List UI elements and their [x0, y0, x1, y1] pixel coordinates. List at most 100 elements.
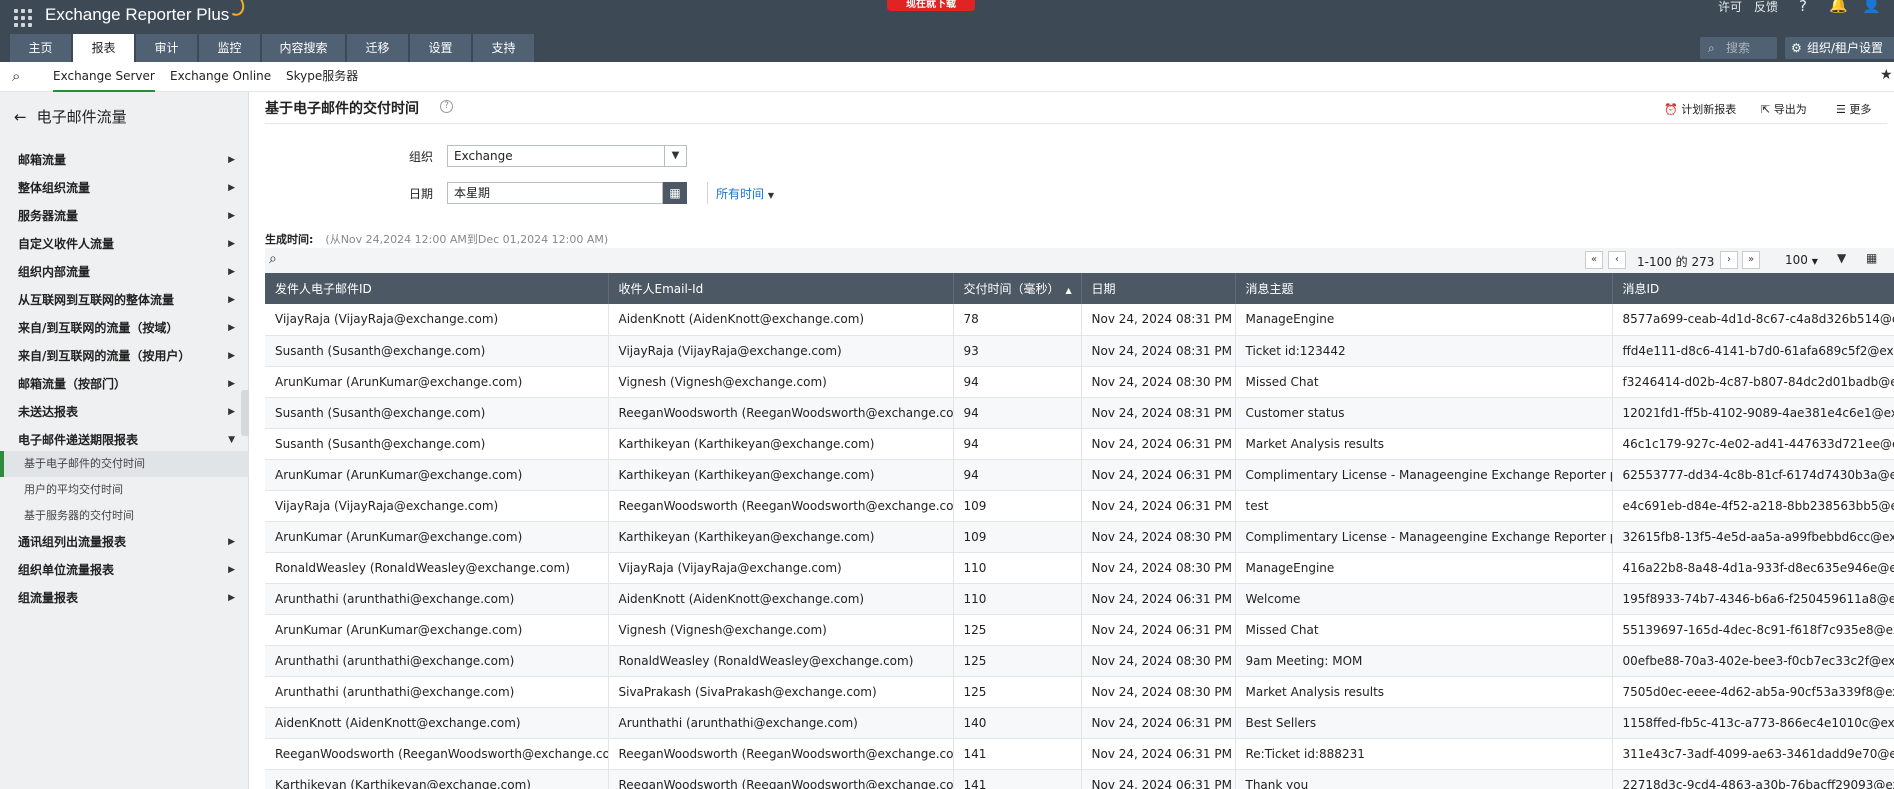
columns-icon[interactable]: ▦	[1866, 251, 1877, 265]
sub-navigation: ⌕ Exchange Server Exchange Online Skype服…	[0, 62, 1894, 92]
date-cell: Nov 24, 2024 06:31 PM	[1081, 428, 1236, 460]
sidebar-subitem-user-avg-delivery-time[interactable]: 用户的平均交付时间	[0, 477, 249, 503]
export-button[interactable]: ⇱ 导出为	[1761, 101, 1807, 117]
sidebar-item-mailbox-traffic[interactable]: 邮箱流量 ▶	[18, 148, 243, 172]
sidebar-item-undelivered-reports[interactable]: 未送达报表 ▶	[18, 400, 243, 424]
sidebar-item-mailbox-traffic-by-department[interactable]: 邮箱流量（按部门） ▶	[18, 372, 243, 396]
tab-reports[interactable]: 报表	[73, 34, 135, 62]
col-header-date[interactable]: 日期	[1081, 273, 1236, 304]
org-select[interactable]: Exchange ▼	[447, 145, 687, 167]
sidebar-item-ou-traffic[interactable]: 组织单位流量报表 ▶	[18, 558, 243, 582]
table-row[interactable]: VijayRaja (VijayRaja@exchange.com) Reegan…	[265, 490, 1894, 522]
table-row[interactable]: ArunKumar (ArunKumar@exchange.com) Vignes…	[265, 366, 1894, 398]
sidebar-item-group-traffic[interactable]: 组流量报表 ▶	[18, 586, 243, 610]
tab-support[interactable]: 支持	[473, 34, 535, 62]
license-link[interactable]: 许可	[1718, 0, 1742, 15]
page-size-select[interactable]: 100 ▼	[1785, 253, 1818, 267]
subject-cell: Best Sellers	[1235, 707, 1613, 739]
tab-settings[interactable]: 设置	[410, 34, 472, 62]
tab-audit[interactable]: 审计	[136, 34, 198, 62]
table-row[interactable]: RonaldWeasley (RonaldWeasley@exchange.co…	[265, 552, 1894, 584]
user-avatar-icon[interactable]: 👤	[1862, 0, 1881, 14]
tab-monitor[interactable]: 监控	[199, 34, 261, 62]
sidebar-item-internet-overall-traffic[interactable]: 从互联网到互联网的整体流量 ▶	[18, 288, 243, 312]
col-header-recipient[interactable]: 收件人Email-Id	[608, 273, 954, 304]
filter-icon[interactable]: ▼	[1837, 251, 1846, 265]
caret-right-icon: ▶	[228, 183, 235, 193]
product-logo[interactable]: Exchange Reporter Plus	[45, 5, 229, 25]
sidebar-item-internet-traffic-by-user[interactable]: 来自/到互联网的流量（按用户） ▶	[18, 344, 243, 368]
date-cell: Nov 24, 2024 08:30 PM	[1081, 645, 1236, 677]
last-page-button[interactable]: »	[1742, 251, 1760, 269]
help-circle-icon[interactable]: ?	[440, 100, 453, 113]
date-cell: Nov 24, 2024 06:31 PM	[1081, 459, 1236, 491]
sidebar-item-internet-traffic-by-domain[interactable]: 来自/到互联网的流量（按域） ▶	[18, 316, 243, 340]
schedule-report-button[interactable]: ⏰ 计划新报表	[1664, 101, 1736, 117]
message-id-cell: 7505d0ec-eeee-4d62-ab5a-90cf53a339f8@exc	[1612, 676, 1894, 708]
org-settings-button[interactable]: ⚙ 组织/租户设置	[1785, 37, 1894, 59]
subtab-exchange-server[interactable]: Exchange Server	[53, 62, 155, 92]
prev-page-button[interactable]: ‹	[1608, 251, 1626, 269]
apps-grid-icon[interactable]	[14, 9, 32, 27]
subtab-exchange-online[interactable]: Exchange Online	[170, 62, 271, 92]
all-time-dropdown[interactable]: 所有时间 ▼	[716, 185, 774, 202]
more-button[interactable]: ☰ 更多	[1836, 101, 1871, 117]
sidebar-subitem-email-delivery-time[interactable]: 基于电子邮件的交付时间	[0, 451, 249, 477]
table-row[interactable]: Karthikeyan (Karthikeyan@exchange.com) Re…	[265, 769, 1894, 789]
col-header-message-id[interactable]: 消息ID	[1612, 273, 1894, 304]
next-page-button[interactable]: ›	[1720, 251, 1738, 269]
message-id-cell: ffd4e111-d8c6-4141-b7d0-61afa689c5f2@exc…	[1612, 335, 1894, 367]
sidebar-item-label: 来自/到互联网的流量（按域）	[18, 321, 179, 335]
subject-cell: Thank you	[1235, 769, 1613, 789]
table-row[interactable]: VijayRaja (VijayRaja@exchange.com) AidenK…	[265, 304, 1894, 336]
sidebar-item-org-traffic[interactable]: 整体组织流量 ▶	[18, 176, 243, 200]
pin-icon[interactable]: ★	[1880, 67, 1893, 83]
table-row[interactable]: ReeganWoodsworth (ReeganWoodsworth@excha…	[265, 738, 1894, 770]
delivery-time-cell: 110	[953, 552, 1082, 584]
sidebar-collapse-handle[interactable]	[241, 390, 249, 436]
calendar-icon[interactable]: ▦	[663, 182, 687, 204]
col-header-sender[interactable]: 发件人电子邮件ID	[265, 273, 609, 304]
date-cell: Nov 24, 2024 08:30 PM	[1081, 552, 1236, 584]
message-id-cell: 195f8933-74b7-4346-b6a6-f250459611a8@exc	[1612, 583, 1894, 615]
table-row[interactable]: Susanth (Susanth@exchange.com) Karthikeya…	[265, 428, 1894, 460]
table-row[interactable]: ArunKumar (ArunKumar@exchange.com) Karthi…	[265, 521, 1894, 553]
date-input[interactable]: 本星期	[447, 182, 663, 204]
download-now-button[interactable]: 现在就下载	[887, 0, 975, 11]
table-row[interactable]: Arunthathi (arunthathi@exchange.com) Rona…	[265, 645, 1894, 677]
export-icon: ⇱	[1761, 103, 1774, 116]
table-row[interactable]: ArunKumar (ArunKumar@exchange.com) Vignes…	[265, 614, 1894, 646]
tab-content-search[interactable]: 内容搜索	[262, 34, 346, 62]
sidebar-subitem-server-delivery-time[interactable]: 基于服务器的交付时间	[0, 503, 249, 529]
notification-bell-icon[interactable]: 🔔	[1829, 0, 1848, 14]
page-size-value: 100	[1785, 253, 1808, 267]
first-page-button[interactable]: «	[1585, 251, 1603, 269]
message-id-cell: 55139697-165d-4dec-8c91-f618f7c935e8@exc	[1612, 614, 1894, 646]
sidebar-item-distribution-list-traffic[interactable]: 通讯组列出流量报表 ▶	[18, 530, 243, 554]
sidebar-item-delivery-time-reports[interactable]: 电子邮件递送期限报表 ▼	[18, 428, 243, 452]
tab-home[interactable]: 主页	[10, 34, 72, 62]
sender-cell: ReeganWoodsworth (ReeganWoodsworth@excha…	[265, 738, 609, 770]
delivery-time-cell: 78	[953, 304, 1082, 336]
subtab-skype-server[interactable]: Skype服务器	[286, 62, 358, 92]
feedback-link[interactable]: 反馈	[1754, 0, 1778, 15]
table-search-icon[interactable]: ⌕	[269, 251, 277, 267]
sidebar-back[interactable]: ← 电子邮件流量	[14, 106, 127, 127]
sidebar-item-server-traffic[interactable]: 服务器流量 ▶	[18, 204, 243, 228]
help-icon[interactable]: ?	[1799, 0, 1807, 15]
global-search-input[interactable]: ⌕ 搜索	[1700, 37, 1777, 59]
table-row[interactable]: Arunthathi (arunthathi@exchange.com) Aide…	[265, 583, 1894, 615]
table-row[interactable]: ArunKumar (ArunKumar@exchange.com) Karthi…	[265, 459, 1894, 491]
sidebar-item-custom-recipient-traffic[interactable]: 自定义收件人流量 ▶	[18, 232, 243, 256]
table-row[interactable]: Susanth (Susanth@exchange.com) ReeganWood…	[265, 397, 1894, 429]
sidebar-item-internal-traffic[interactable]: 组织内部流量 ▶	[18, 260, 243, 284]
table-row[interactable]: Arunthathi (arunthathi@exchange.com) Siva…	[265, 676, 1894, 708]
col-header-delivery-time[interactable]: 交付时间（毫秒） ▲	[953, 273, 1082, 304]
col-header-subject[interactable]: 消息主题	[1235, 273, 1613, 304]
subject-cell: test	[1235, 490, 1613, 522]
caret-down-icon: ▼	[228, 435, 235, 445]
search-icon[interactable]: ⌕	[12, 67, 20, 85]
tab-migration[interactable]: 迁移	[347, 34, 409, 62]
table-row[interactable]: Susanth (Susanth@exchange.com) VijayRaja …	[265, 335, 1894, 367]
table-row[interactable]: AidenKnott (AidenKnott@exchange.com) Arun…	[265, 707, 1894, 739]
